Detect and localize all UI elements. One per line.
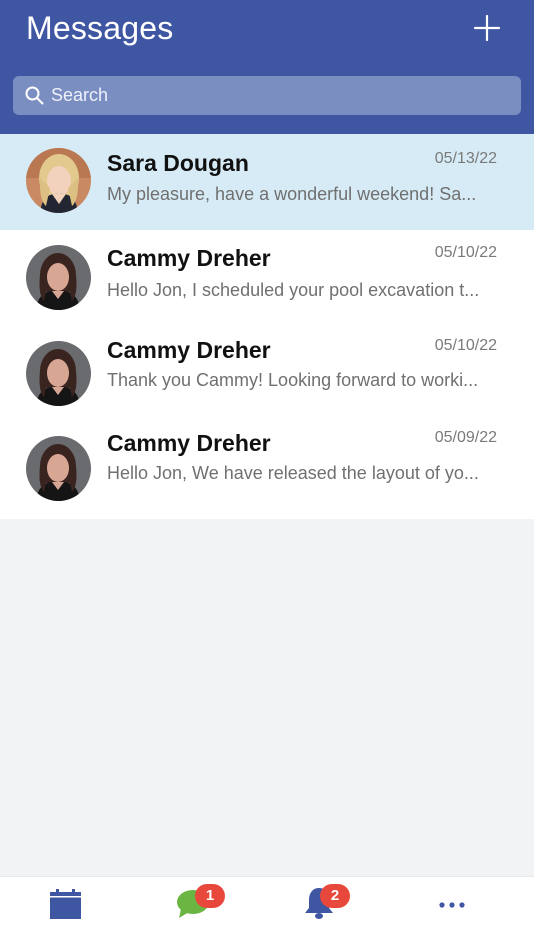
avatar-dark-haired-woman-icon bbox=[26, 436, 91, 501]
more-dots-icon bbox=[439, 902, 465, 908]
messages-screen: Messages Search Sara Dougan 05/13/22 My … bbox=[0, 0, 534, 950]
avatar-blonde-woman-icon bbox=[26, 148, 91, 213]
calendar-icon bbox=[50, 889, 81, 919]
unread-badge: 1 bbox=[195, 884, 225, 908]
conversation-row[interactable]: Cammy Dreher 05/10/22 Thank you Cammy! L… bbox=[0, 327, 534, 422]
avatar-dark-haired-woman-icon bbox=[26, 341, 91, 406]
message-date: 05/10/22 bbox=[434, 337, 497, 354]
avatar-dark-haired-woman-icon bbox=[26, 245, 91, 310]
message-preview: Thank you Cammy! Looking forward to work… bbox=[107, 370, 479, 390]
notification-badge: 2 bbox=[320, 884, 350, 908]
contact-name: Cammy Dreher bbox=[107, 430, 271, 456]
contact-name: Sara Dougan bbox=[107, 150, 249, 176]
tab-calendar[interactable] bbox=[25, 877, 105, 950]
tab-bar: 1 2 bbox=[0, 876, 534, 950]
message-date: 05/13/22 bbox=[434, 150, 497, 167]
conversation-row[interactable]: Sara Dougan 05/13/22 My pleasure, have a… bbox=[0, 134, 534, 230]
page-title: Messages bbox=[26, 10, 174, 46]
add-message-button[interactable] bbox=[471, 12, 503, 44]
message-date: 05/10/22 bbox=[434, 244, 497, 261]
message-preview: My pleasure, have a wonderful weekend! S… bbox=[107, 184, 477, 204]
tab-notifications[interactable]: 2 bbox=[278, 877, 358, 950]
avatar bbox=[26, 341, 91, 406]
tab-more[interactable] bbox=[413, 877, 493, 950]
contact-name: Cammy Dreher bbox=[107, 337, 271, 363]
plus-icon bbox=[473, 14, 501, 42]
avatar bbox=[26, 436, 91, 501]
message-preview: Hello Jon, We have released the layout o… bbox=[107, 463, 479, 483]
avatar bbox=[26, 245, 91, 310]
search-bar[interactable] bbox=[13, 76, 521, 115]
conversation-list: Sara Dougan 05/13/22 My pleasure, have a… bbox=[0, 134, 534, 519]
message-preview: Hello Jon, I scheduled your pool excavat… bbox=[107, 280, 480, 300]
avatar bbox=[26, 148, 91, 213]
message-date: 05/09/22 bbox=[434, 429, 497, 446]
search-icon bbox=[25, 86, 44, 105]
header: Messages bbox=[0, 0, 534, 134]
tab-messages[interactable]: 1 bbox=[153, 877, 233, 950]
search-input[interactable] bbox=[51, 76, 511, 115]
conversation-row[interactable]: Cammy Dreher 05/10/22 Hello Jon, I sched… bbox=[0, 230, 534, 327]
conversation-row[interactable]: Cammy Dreher 05/09/22 Hello Jon, We have… bbox=[0, 422, 534, 519]
contact-name: Cammy Dreher bbox=[107, 245, 271, 271]
